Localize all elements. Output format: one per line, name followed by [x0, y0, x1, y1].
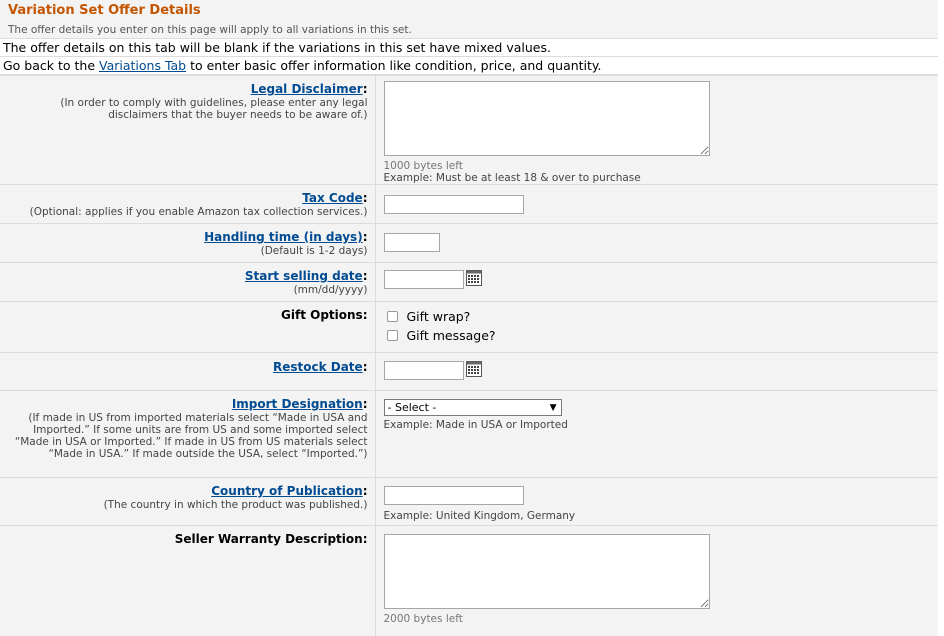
- row-gift-options: Gift Options: Gift wrap? Gift message?: [0, 301, 938, 353]
- offer-details-panel: Variation Set Offer Details The offer de…: [0, 0, 938, 636]
- legal-disclaimer-textarea[interactable]: [383, 81, 710, 156]
- import-designation-example: Example: Made in USA or Imported: [383, 419, 568, 431]
- legal-disclaimer-example: Example: Must be at least 18 & over to p…: [383, 172, 641, 184]
- tax-code-label-cell: Tax Code: (Optional: applies if you enab…: [0, 184, 376, 224]
- label-colon: :: [362, 269, 368, 283]
- gift-message-label: Gift message?: [406, 327, 496, 343]
- start-date-format-hint: (mm/dd/yyyy): [293, 284, 368, 296]
- chevron-down-icon: ▼: [549, 403, 557, 413]
- gift-message-checkbox[interactable]: [386, 330, 398, 341]
- restock-date-input[interactable]: [383, 361, 464, 380]
- gift-options-label-cell: Gift Options:: [0, 301, 376, 353]
- handling-time-hint: (Default is 1-2 days): [260, 245, 368, 257]
- note-text-post: to enter basic offer information like co…: [186, 58, 602, 73]
- label-colon: :: [362, 191, 368, 205]
- seller-warranty-textarea[interactable]: [383, 534, 710, 609]
- label-colon: :: [362, 82, 368, 96]
- label-colon: :: [362, 360, 368, 374]
- country-hint: (The country in which the product was pu…: [103, 499, 368, 511]
- seller-warranty-bytes-left: 2000 bytes left: [383, 613, 463, 625]
- gift-message-option[interactable]: Gift message?: [384, 326, 931, 345]
- note-text-pre: Go back to the: [3, 58, 99, 73]
- restock-date-field-cell: [375, 352, 938, 391]
- import-designation-field-cell: - Select - ▼ Example: Made in USA or Impo…: [375, 390, 938, 478]
- start-date-field-cell: [375, 262, 938, 302]
- restock-date-label-cell: Restock Date:: [0, 352, 376, 391]
- label-colon: :: [362, 397, 368, 411]
- row-import-designation: Import Designation: (If made in US from …: [0, 390, 938, 478]
- legal-disclaimer-bytes-left: 1000 bytes left: [383, 160, 463, 172]
- handling-time-link[interactable]: Handling time (in days): [204, 230, 363, 244]
- start-date-label-cell: Start selling date: (mm/dd/yyyy): [0, 262, 376, 302]
- variations-tab-note: Go back to the Variations Tab to enter b…: [0, 57, 938, 75]
- gift-wrap-option[interactable]: Gift wrap?: [384, 307, 931, 326]
- gift-wrap-checkbox[interactable]: [386, 311, 398, 322]
- import-designation-link[interactable]: Import Designation: [232, 397, 363, 411]
- section-title: Variation Set Offer Details: [8, 3, 201, 18]
- row-handling-time: Handling time (in days): (Default is 1-2…: [0, 223, 938, 263]
- handling-time-input[interactable]: [383, 233, 440, 252]
- label-colon: :: [362, 230, 368, 244]
- tax-code-link[interactable]: Tax Code: [302, 191, 362, 205]
- gift-options-label: Gift Options:: [281, 308, 368, 322]
- seller-warranty-field-cell: 2000 bytes left: [375, 525, 938, 636]
- row-seller-warranty: Seller Warranty Description: 2000 bytes …: [0, 525, 938, 636]
- row-restock-date: Restock Date:: [0, 352, 938, 391]
- row-start-selling-date: Start selling date: (mm/dd/yyyy): [0, 262, 938, 302]
- start-date-input[interactable]: [383, 270, 464, 289]
- country-field-cell: Example: United Kingdom, Germany: [375, 477, 938, 526]
- gift-wrap-label: Gift wrap?: [406, 308, 471, 324]
- legal-disclaimer-link[interactable]: Legal Disclaimer: [251, 82, 363, 96]
- gift-options-field-cell: Gift wrap? Gift message?: [375, 301, 938, 353]
- calendar-icon[interactable]: [465, 361, 482, 377]
- offer-form: Legal Disclaimer: (In order to comply wi…: [0, 75, 938, 636]
- legal-disclaimer-field-cell: 1000 bytes left Example: Must be at leas…: [375, 75, 938, 185]
- handling-time-field-cell: [375, 223, 938, 263]
- import-designation-select[interactable]: - Select - ▼: [383, 399, 562, 416]
- tax-code-input[interactable]: [383, 195, 524, 214]
- start-selling-date-link[interactable]: Start selling date: [245, 269, 363, 283]
- import-designation-label-cell: Import Designation: (If made in US from …: [0, 390, 376, 478]
- row-country-of-publication: Country of Publication: (The country in …: [0, 477, 938, 526]
- country-example: Example: United Kingdom, Germany: [383, 510, 576, 522]
- seller-warranty-label-cell: Seller Warranty Description:: [0, 525, 376, 636]
- label-colon: :: [362, 484, 368, 498]
- handling-time-label-cell: Handling time (in days): (Default is 1-2…: [0, 223, 376, 263]
- tax-code-hint: (Optional: applies if you enable Amazon …: [29, 206, 368, 218]
- section-header: Variation Set Offer Details The offer de…: [0, 0, 938, 39]
- legal-disclaimer-hint: (In order to comply with guidelines, ple…: [60, 97, 368, 121]
- calendar-icon[interactable]: [465, 270, 482, 286]
- tax-code-field-cell: [375, 184, 938, 224]
- import-designation-hint: (If made in US from imported materials s…: [14, 412, 368, 460]
- import-designation-selected: - Select -: [387, 401, 437, 414]
- country-label-cell: Country of Publication: (The country in …: [0, 477, 376, 526]
- restock-date-link[interactable]: Restock Date: [273, 360, 363, 374]
- seller-warranty-label: Seller Warranty Description:: [174, 532, 368, 546]
- row-tax-code: Tax Code: (Optional: applies if you enab…: [0, 184, 938, 224]
- country-of-publication-link[interactable]: Country of Publication: [211, 484, 362, 498]
- variations-tab-link[interactable]: Variations Tab: [99, 58, 186, 73]
- row-legal-disclaimer: Legal Disclaimer: (In order to comply wi…: [0, 75, 938, 185]
- mixed-values-note: The offer details on this tab will be bl…: [0, 39, 938, 57]
- country-of-publication-input[interactable]: [383, 486, 524, 505]
- section-subtitle: The offer details you enter on this page…: [8, 24, 412, 36]
- legal-disclaimer-label-cell: Legal Disclaimer: (In order to comply wi…: [0, 75, 376, 185]
